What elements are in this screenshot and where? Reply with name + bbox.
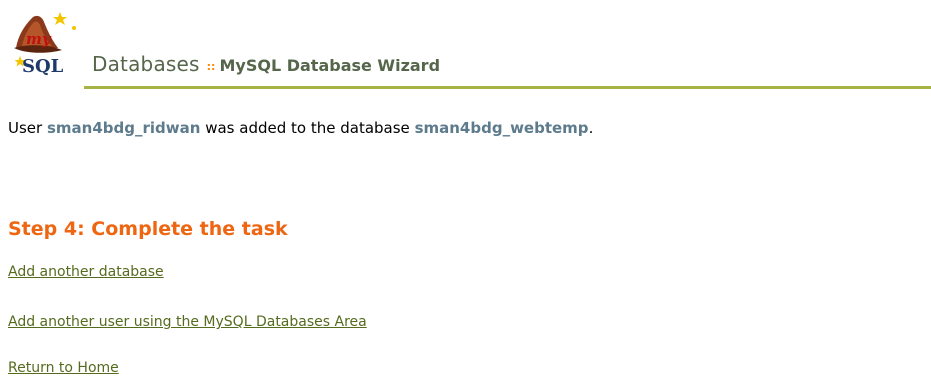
page-title-main: Databases — [92, 52, 200, 76]
logo-sql-text: SQL — [22, 56, 64, 76]
page-subtitle: MySQL Database Wizard — [219, 56, 441, 75]
return-to-home-link[interactable]: Return to Home — [8, 360, 119, 376]
page-title: Databases:: MySQL Database Wizard — [92, 52, 440, 76]
status-message: User sman4bdg_ridwan was added to the da… — [8, 119, 593, 137]
message-suffix: . — [588, 119, 594, 137]
add-another-database-link[interactable]: Add another database — [8, 264, 164, 280]
message-prefix: User — [8, 119, 43, 137]
title-underline — [84, 86, 931, 89]
user-name: sman4bdg_ridwan — [46, 119, 201, 137]
page-header: my SQL Databases:: MySQL Database Wizard — [8, 6, 931, 90]
message-middle: was added to the database — [205, 119, 410, 137]
step-heading: Step 4: Complete the task — [8, 218, 288, 240]
add-another-user-link[interactable]: Add another user using the MySQL Databas… — [8, 314, 367, 330]
database-name: sman4bdg_webtemp — [414, 119, 589, 137]
mysql-logo-icon: my SQL — [14, 12, 76, 76]
logo-my-text: my — [26, 30, 52, 48]
title-separator: :: — [206, 60, 216, 73]
